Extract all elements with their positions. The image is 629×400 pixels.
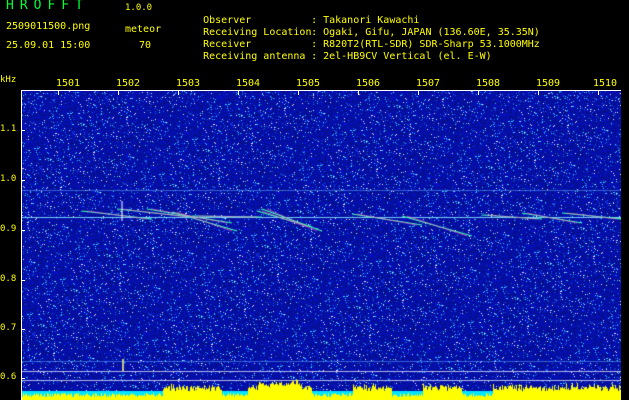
echo-count: 70: [139, 40, 152, 51]
y-tick: [21, 329, 25, 330]
info-colon: :: [311, 51, 318, 62]
app-version: 1.0.0: [125, 3, 153, 13]
spectrogram: [21, 90, 621, 400]
y-axis-unit: kHz: [0, 75, 17, 85]
x-tick: [478, 90, 479, 95]
y-tick-label: 1.1: [0, 124, 17, 134]
x-tick-label: 1507: [415, 78, 441, 89]
x-tick-label: 1506: [355, 78, 381, 89]
x-tick: [538, 90, 539, 95]
app-title: HROFFT: [6, 0, 89, 13]
x-tick: [298, 90, 299, 95]
mode-label: meteor: [125, 24, 162, 35]
x-tick-label: 1502: [115, 78, 141, 89]
info-label: Receiving antenna: [203, 51, 306, 62]
y-tick-label: 0.6: [0, 372, 17, 382]
x-tick-label: 1501: [55, 78, 81, 89]
y-tick-label: 0.8: [0, 274, 17, 284]
info-antenna: Receiving antenna:2el-HB9CV Vertical (el…: [179, 39, 492, 75]
x-tick-label: 1504: [235, 78, 261, 89]
x-tick: [238, 90, 239, 95]
y-tick-label: 0.7: [0, 323, 17, 333]
x-tick: [418, 90, 419, 95]
y-tick-label: 0.9: [0, 224, 17, 234]
x-tick: [58, 90, 59, 95]
y-tick: [21, 280, 25, 281]
y-tick: [21, 378, 25, 379]
x-tick-label: 1510: [592, 78, 618, 89]
x-tick: [178, 90, 179, 95]
y-tick: [21, 180, 25, 181]
y-tick: [21, 230, 25, 231]
x-tick: [118, 90, 119, 95]
x-tick: [358, 90, 359, 95]
x-tick: [598, 90, 599, 95]
date-time: 25.09.01 15:00: [6, 40, 91, 51]
x-tick-label: 1509: [535, 78, 561, 89]
y-tick: [21, 130, 25, 131]
file-name: 2509011500.png: [6, 21, 91, 32]
x-tick-label: 1505: [295, 78, 321, 89]
x-tick-label: 1503: [175, 78, 201, 89]
x-tick-label: 1508: [475, 78, 501, 89]
info-value: 2el-HB9CV Vertical (el. E-W): [323, 51, 492, 62]
y-tick-label: 1.0: [0, 174, 17, 184]
hrofft-window: HROFFT 1.0.0 2509011500.png meteor 25.09…: [0, 0, 629, 400]
